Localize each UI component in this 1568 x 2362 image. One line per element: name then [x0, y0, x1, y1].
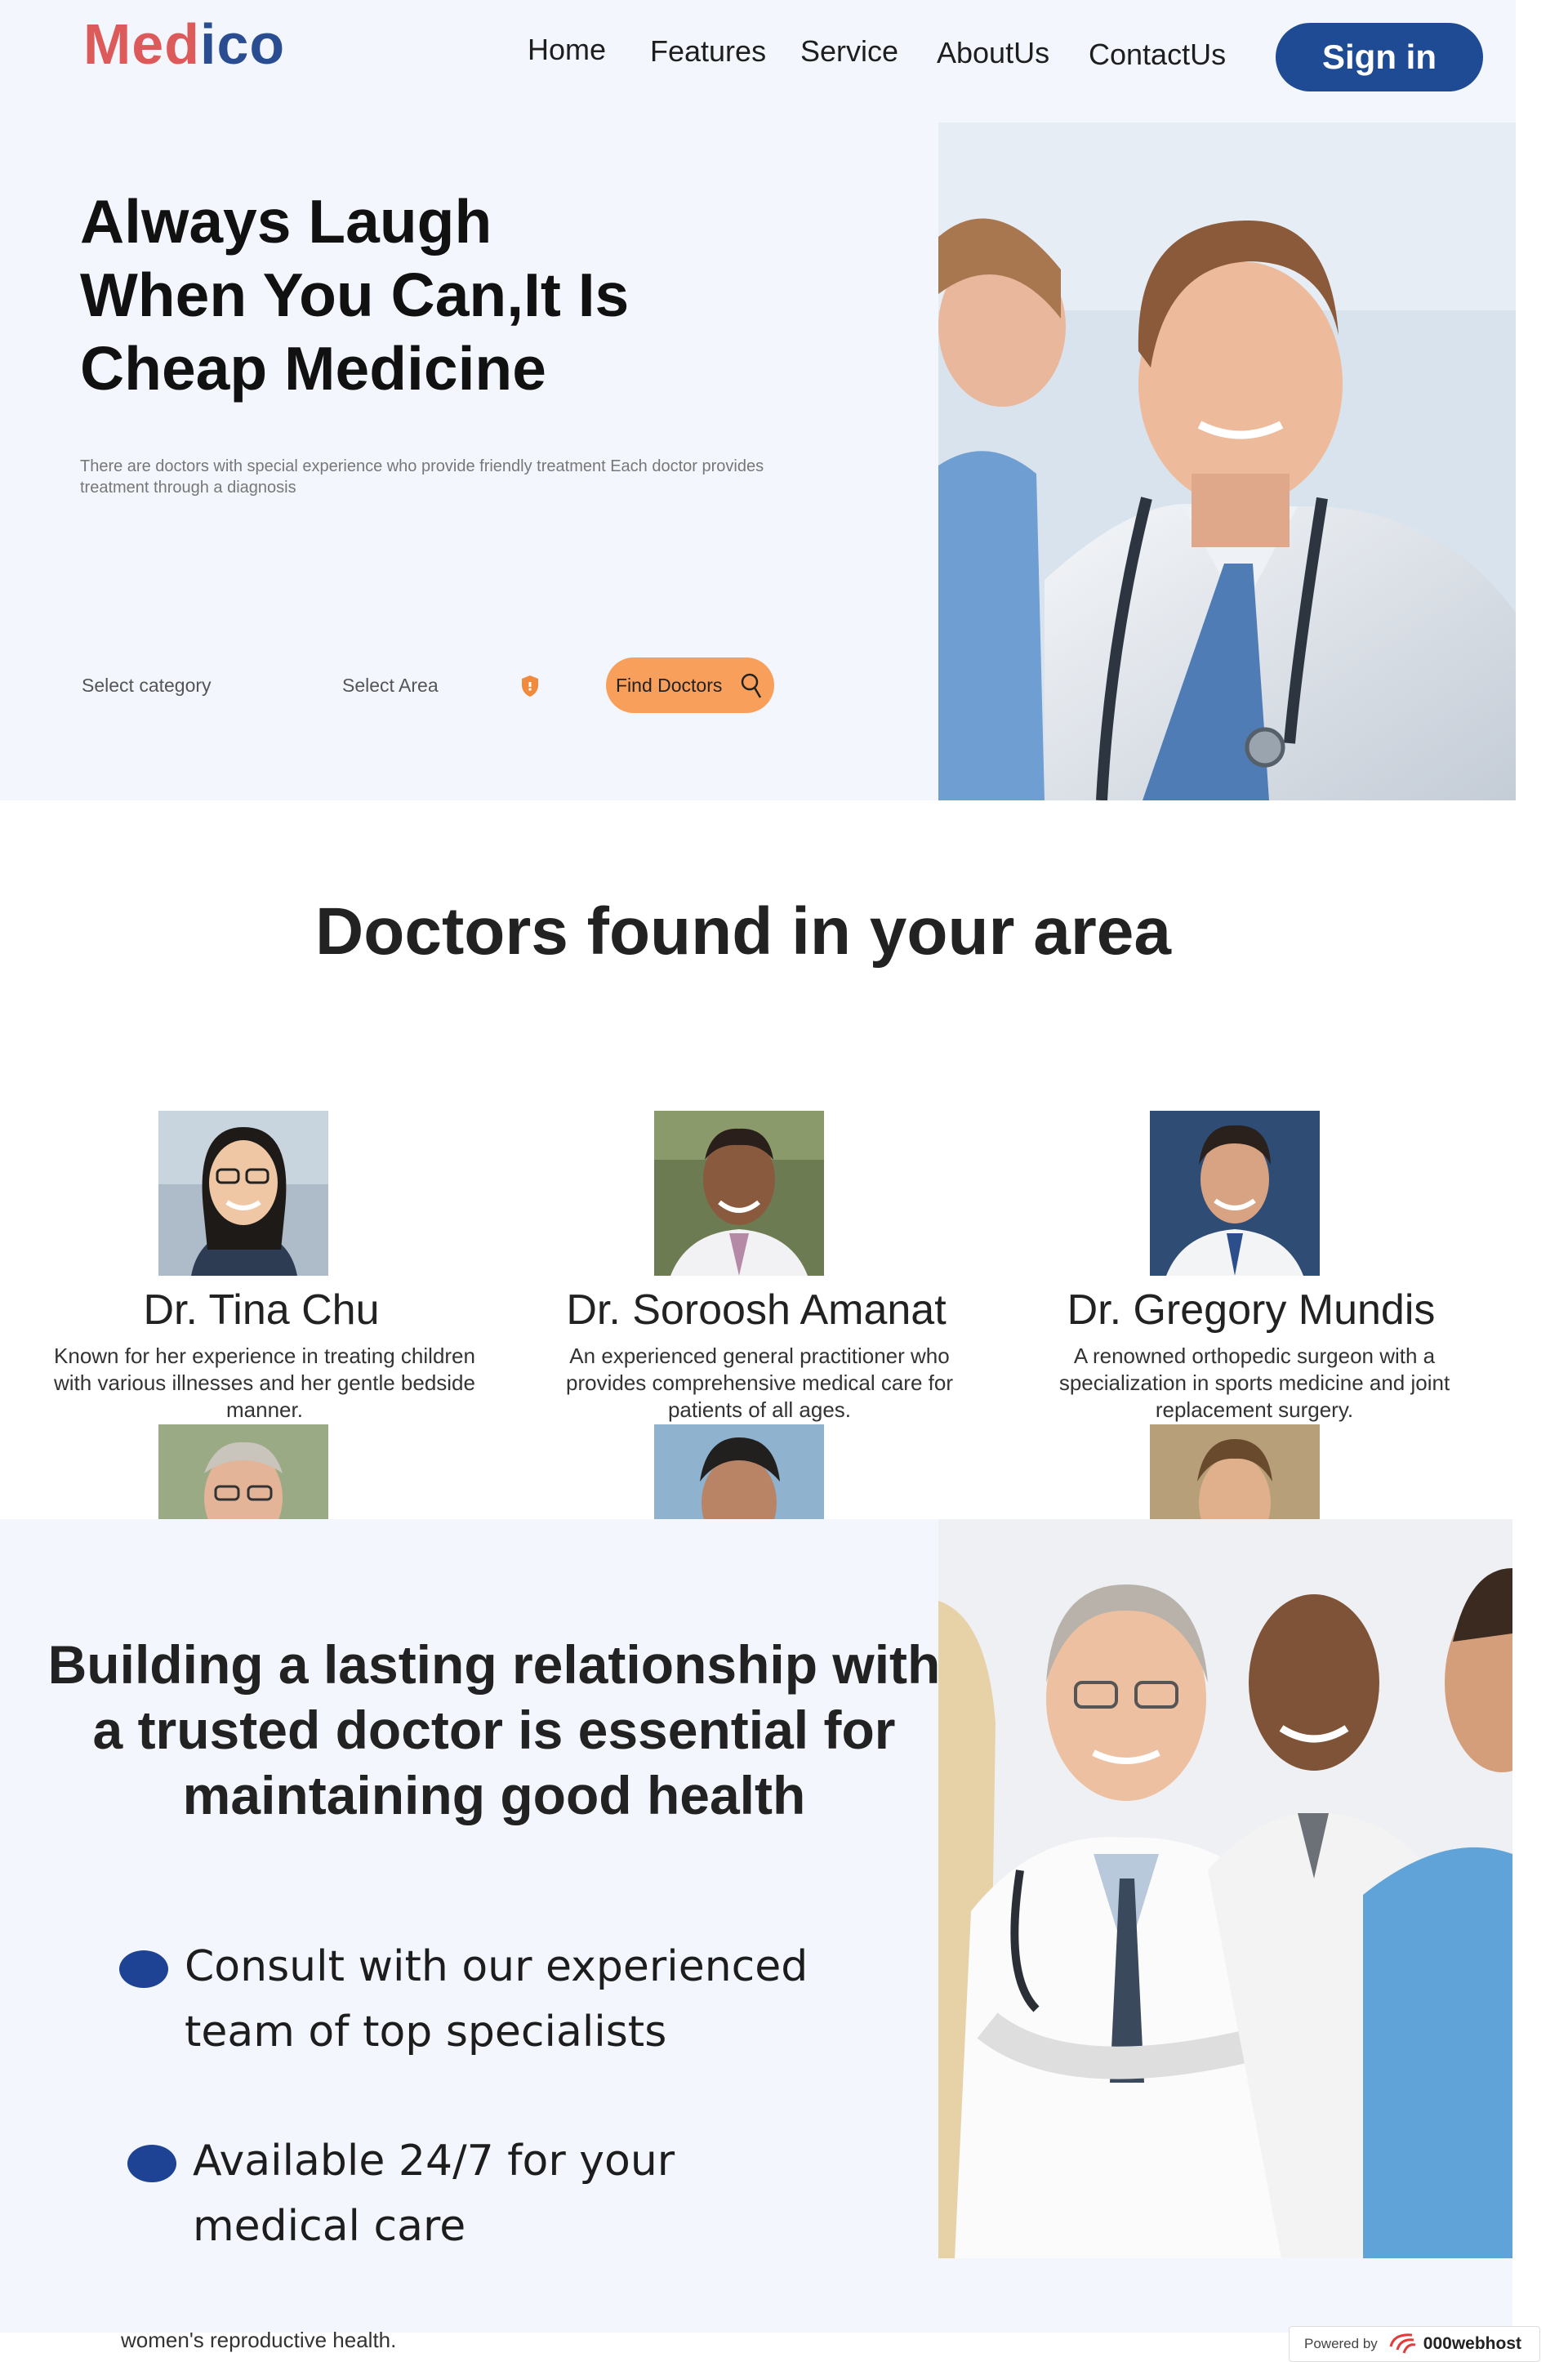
- page: Medico Home Features Service AboutUs Con…: [0, 0, 1568, 2362]
- category-select[interactable]: Select category: [82, 675, 212, 697]
- nav-about[interactable]: AboutUs: [937, 36, 1049, 70]
- doctor-description: A renowned orthopedic surgeon with a spe…: [1058, 1344, 1450, 1422]
- relationship-section: Building a lasting relationship with a t…: [0, 1519, 1512, 2333]
- badge-brand: 000webhost: [1423, 2334, 1521, 2353]
- doctor-description: Known for her experience in treating chi…: [54, 1344, 475, 1422]
- bullet-icon: [127, 2145, 176, 2182]
- doctor-photo[interactable]: [654, 1424, 824, 1519]
- hero-title: Always Laugh When You Can,It Is Cheap Me…: [80, 185, 733, 405]
- doctor-name[interactable]: Dr. Gregory Mundis: [998, 1286, 1504, 1335]
- hero-section: Medico Home Features Service AboutUs Con…: [0, 0, 1516, 800]
- bullet-icon: [119, 1950, 168, 1988]
- hero-title-line: When You Can,It Is: [80, 261, 630, 329]
- nav-contact[interactable]: ContactUs: [1089, 38, 1226, 72]
- hero-description: There are doctors with special experienc…: [80, 457, 764, 497]
- nav-features[interactable]: Features: [650, 34, 766, 69]
- doctor-description: An experienced general practitioner who …: [566, 1344, 953, 1422]
- hero-title-line: Always Laugh: [80, 187, 492, 256]
- badge-prefix: Powered by: [1304, 2336, 1378, 2351]
- feature-point-line: team of top specialists: [185, 2008, 667, 2057]
- feature-point-line: Available 24/7 for your: [193, 2137, 675, 2186]
- doctor-photo[interactable]: [1150, 1111, 1320, 1276]
- find-doctors-button[interactable]: Find Doctors: [606, 657, 774, 713]
- nav-service[interactable]: Service: [800, 34, 898, 69]
- doctor-photo[interactable]: [158, 1111, 328, 1276]
- relationship-title: Building a lasting relationship with a t…: [47, 1634, 941, 1825]
- doctor-photo[interactable]: [1150, 1424, 1320, 1519]
- search-icon: [741, 673, 762, 698]
- doctors-section-title: Doctors found in your area: [315, 894, 1171, 969]
- doctor-photo[interactable]: [158, 1424, 328, 1519]
- doctors-team-image: [938, 1519, 1512, 2258]
- feature-point-line: medical care: [193, 2202, 466, 2251]
- area-select[interactable]: Select Area: [342, 675, 439, 697]
- hero-doctor-image: [938, 123, 1516, 800]
- doctor-name[interactable]: Dr. Soroosh Amanat: [503, 1286, 1009, 1335]
- nav-home[interactable]: Home: [528, 33, 606, 67]
- doctor-photo[interactable]: [654, 1111, 824, 1276]
- find-doctors-label: Find Doctors: [616, 674, 723, 696]
- feature-point-line: Consult with our experienced: [185, 1942, 808, 1991]
- cutoff-text: women's reproductive health.: [121, 2328, 397, 2352]
- signin-button[interactable]: Sign in: [1276, 23, 1483, 91]
- shield-icon: [522, 675, 538, 697]
- powered-by-badge[interactable]: Powered by 000webhost: [1289, 2326, 1540, 2362]
- doctor-name[interactable]: Dr. Tina Chu: [8, 1286, 514, 1335]
- hero-title-line: Cheap Medicine: [80, 334, 546, 403]
- webhost-logo-icon: [1389, 2333, 1416, 2354]
